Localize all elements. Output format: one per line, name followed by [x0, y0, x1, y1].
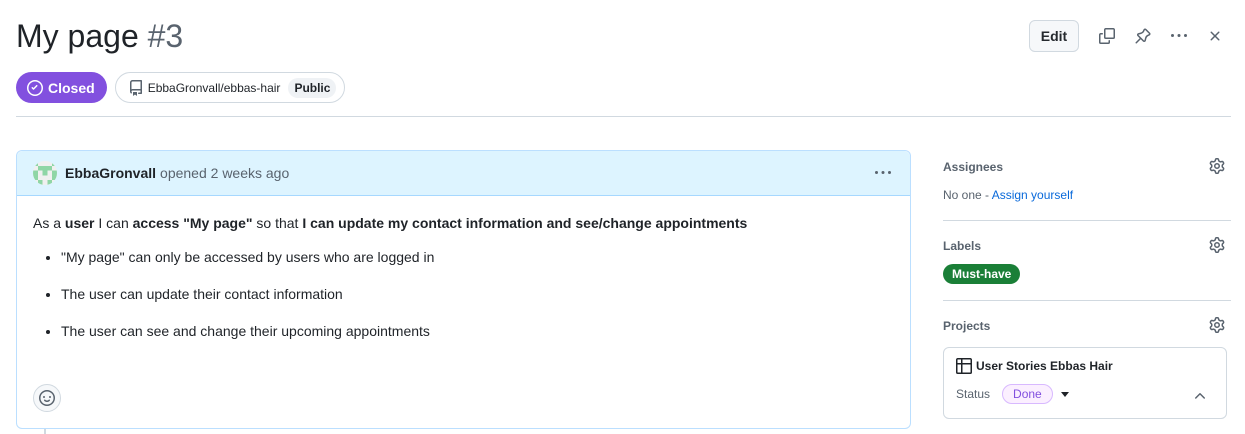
project-name: User Stories Ebbas Hair [976, 359, 1113, 373]
status-badge: Closed [16, 72, 107, 103]
close-icon [1210, 31, 1220, 41]
list-item: The user can update their contact inform… [61, 282, 894, 306]
avatar[interactable] [33, 161, 57, 185]
repo-icon [129, 79, 142, 96]
assignees-title: Assignees [943, 160, 1004, 174]
issue-comment: EbbaGronvall opened 2 weeks ago As a use… [16, 150, 911, 429]
labels-section: Labels Must-have [943, 229, 1231, 301]
pin-icon [1135, 28, 1151, 44]
story-role: user [64, 215, 95, 231]
header-divider [16, 116, 1231, 117]
story-benefit: I can update my contact information and … [302, 215, 748, 231]
comment-options-button[interactable] [868, 158, 898, 188]
close-button[interactable] [1199, 20, 1231, 52]
assignees-section: Assignees No one - Assign yourself [943, 150, 1231, 221]
assign-yourself-link[interactable]: Assign yourself [992, 188, 1073, 202]
status-label: Closed [48, 79, 95, 96]
story-text: so that [252, 215, 303, 231]
issue-sidebar: Assignees No one - Assign yourself Label… [943, 150, 1231, 434]
copy-icon [1099, 28, 1115, 44]
status-field-label: Status [956, 387, 991, 401]
table-icon [956, 358, 972, 374]
no-assignee-text: No one - [943, 188, 992, 202]
issue-header: My page #3 Edit [16, 14, 1231, 58]
edit-button[interactable]: Edit [1029, 20, 1079, 52]
repo-chip[interactable]: EbbaGronvall/ebbas-hair Public [114, 72, 346, 103]
story-action: access "My page" [132, 215, 253, 231]
gear-icon [1209, 237, 1225, 253]
smiley-icon [39, 390, 55, 406]
status-value-pill[interactable]: Done [1002, 384, 1053, 404]
chevron-up-icon [1195, 393, 1205, 399]
triangle-down-icon[interactable] [1060, 391, 1069, 397]
visibility-badge: Public [288, 77, 337, 98]
copy-button[interactable] [1091, 20, 1123, 52]
projects-section: Projects User Stories Ebbas Hair Status … [943, 309, 1231, 434]
list-item: The user can see and change their upcomi… [61, 319, 894, 343]
labels-settings-button[interactable] [1209, 237, 1225, 253]
assignees-value: No one - Assign yourself [943, 186, 1231, 204]
pin-button[interactable] [1127, 20, 1159, 52]
projects-title: Projects [943, 319, 991, 333]
story-text: As a [33, 215, 65, 231]
issue-number: #3 [147, 18, 184, 54]
comment-header: EbbaGronvall opened 2 weeks ago [17, 151, 910, 196]
list-item: "My page" can only be accessed by users … [61, 245, 894, 269]
more-options-button[interactable] [1163, 20, 1195, 52]
project-status-row: Status Done [956, 384, 1214, 404]
issue-title: My page [16, 18, 139, 54]
issue-meta: Closed EbbaGronvall/ebbas-hair Public [16, 72, 346, 103]
assignees-settings-button[interactable] [1209, 158, 1225, 174]
identicon-avatar [33, 161, 57, 185]
project-title-row[interactable]: User Stories Ebbas Hair [956, 358, 1214, 374]
label-must-have[interactable]: Must-have [943, 264, 1021, 284]
check-circle-icon [27, 79, 43, 96]
project-card: User Stories Ebbas Hair Status Done [943, 347, 1227, 419]
user-story: As a user I can access "My page" so that… [33, 211, 894, 235]
kebab-horizontal-icon [1171, 34, 1187, 37]
timeline-line [44, 429, 46, 434]
gear-icon [1209, 317, 1225, 333]
kebab-horizontal-icon [875, 171, 891, 174]
gear-icon [1209, 158, 1225, 174]
add-reaction-button[interactable] [33, 384, 61, 412]
comment-timestamp[interactable]: opened 2 weeks ago [160, 165, 289, 181]
labels-title: Labels [943, 239, 982, 253]
comment-author[interactable]: EbbaGronvall [65, 165, 156, 181]
collapse-project-button[interactable] [1192, 388, 1208, 404]
repo-name: EbbaGronvall/ebbas-hair [147, 80, 281, 95]
comment-body: As a user I can access "My page" so that… [17, 196, 910, 371]
projects-settings-button[interactable] [1209, 317, 1225, 333]
header-actions: Edit [1029, 20, 1231, 52]
acceptance-criteria-list: "My page" can only be accessed by users … [33, 245, 894, 343]
story-text: I can [94, 215, 133, 231]
